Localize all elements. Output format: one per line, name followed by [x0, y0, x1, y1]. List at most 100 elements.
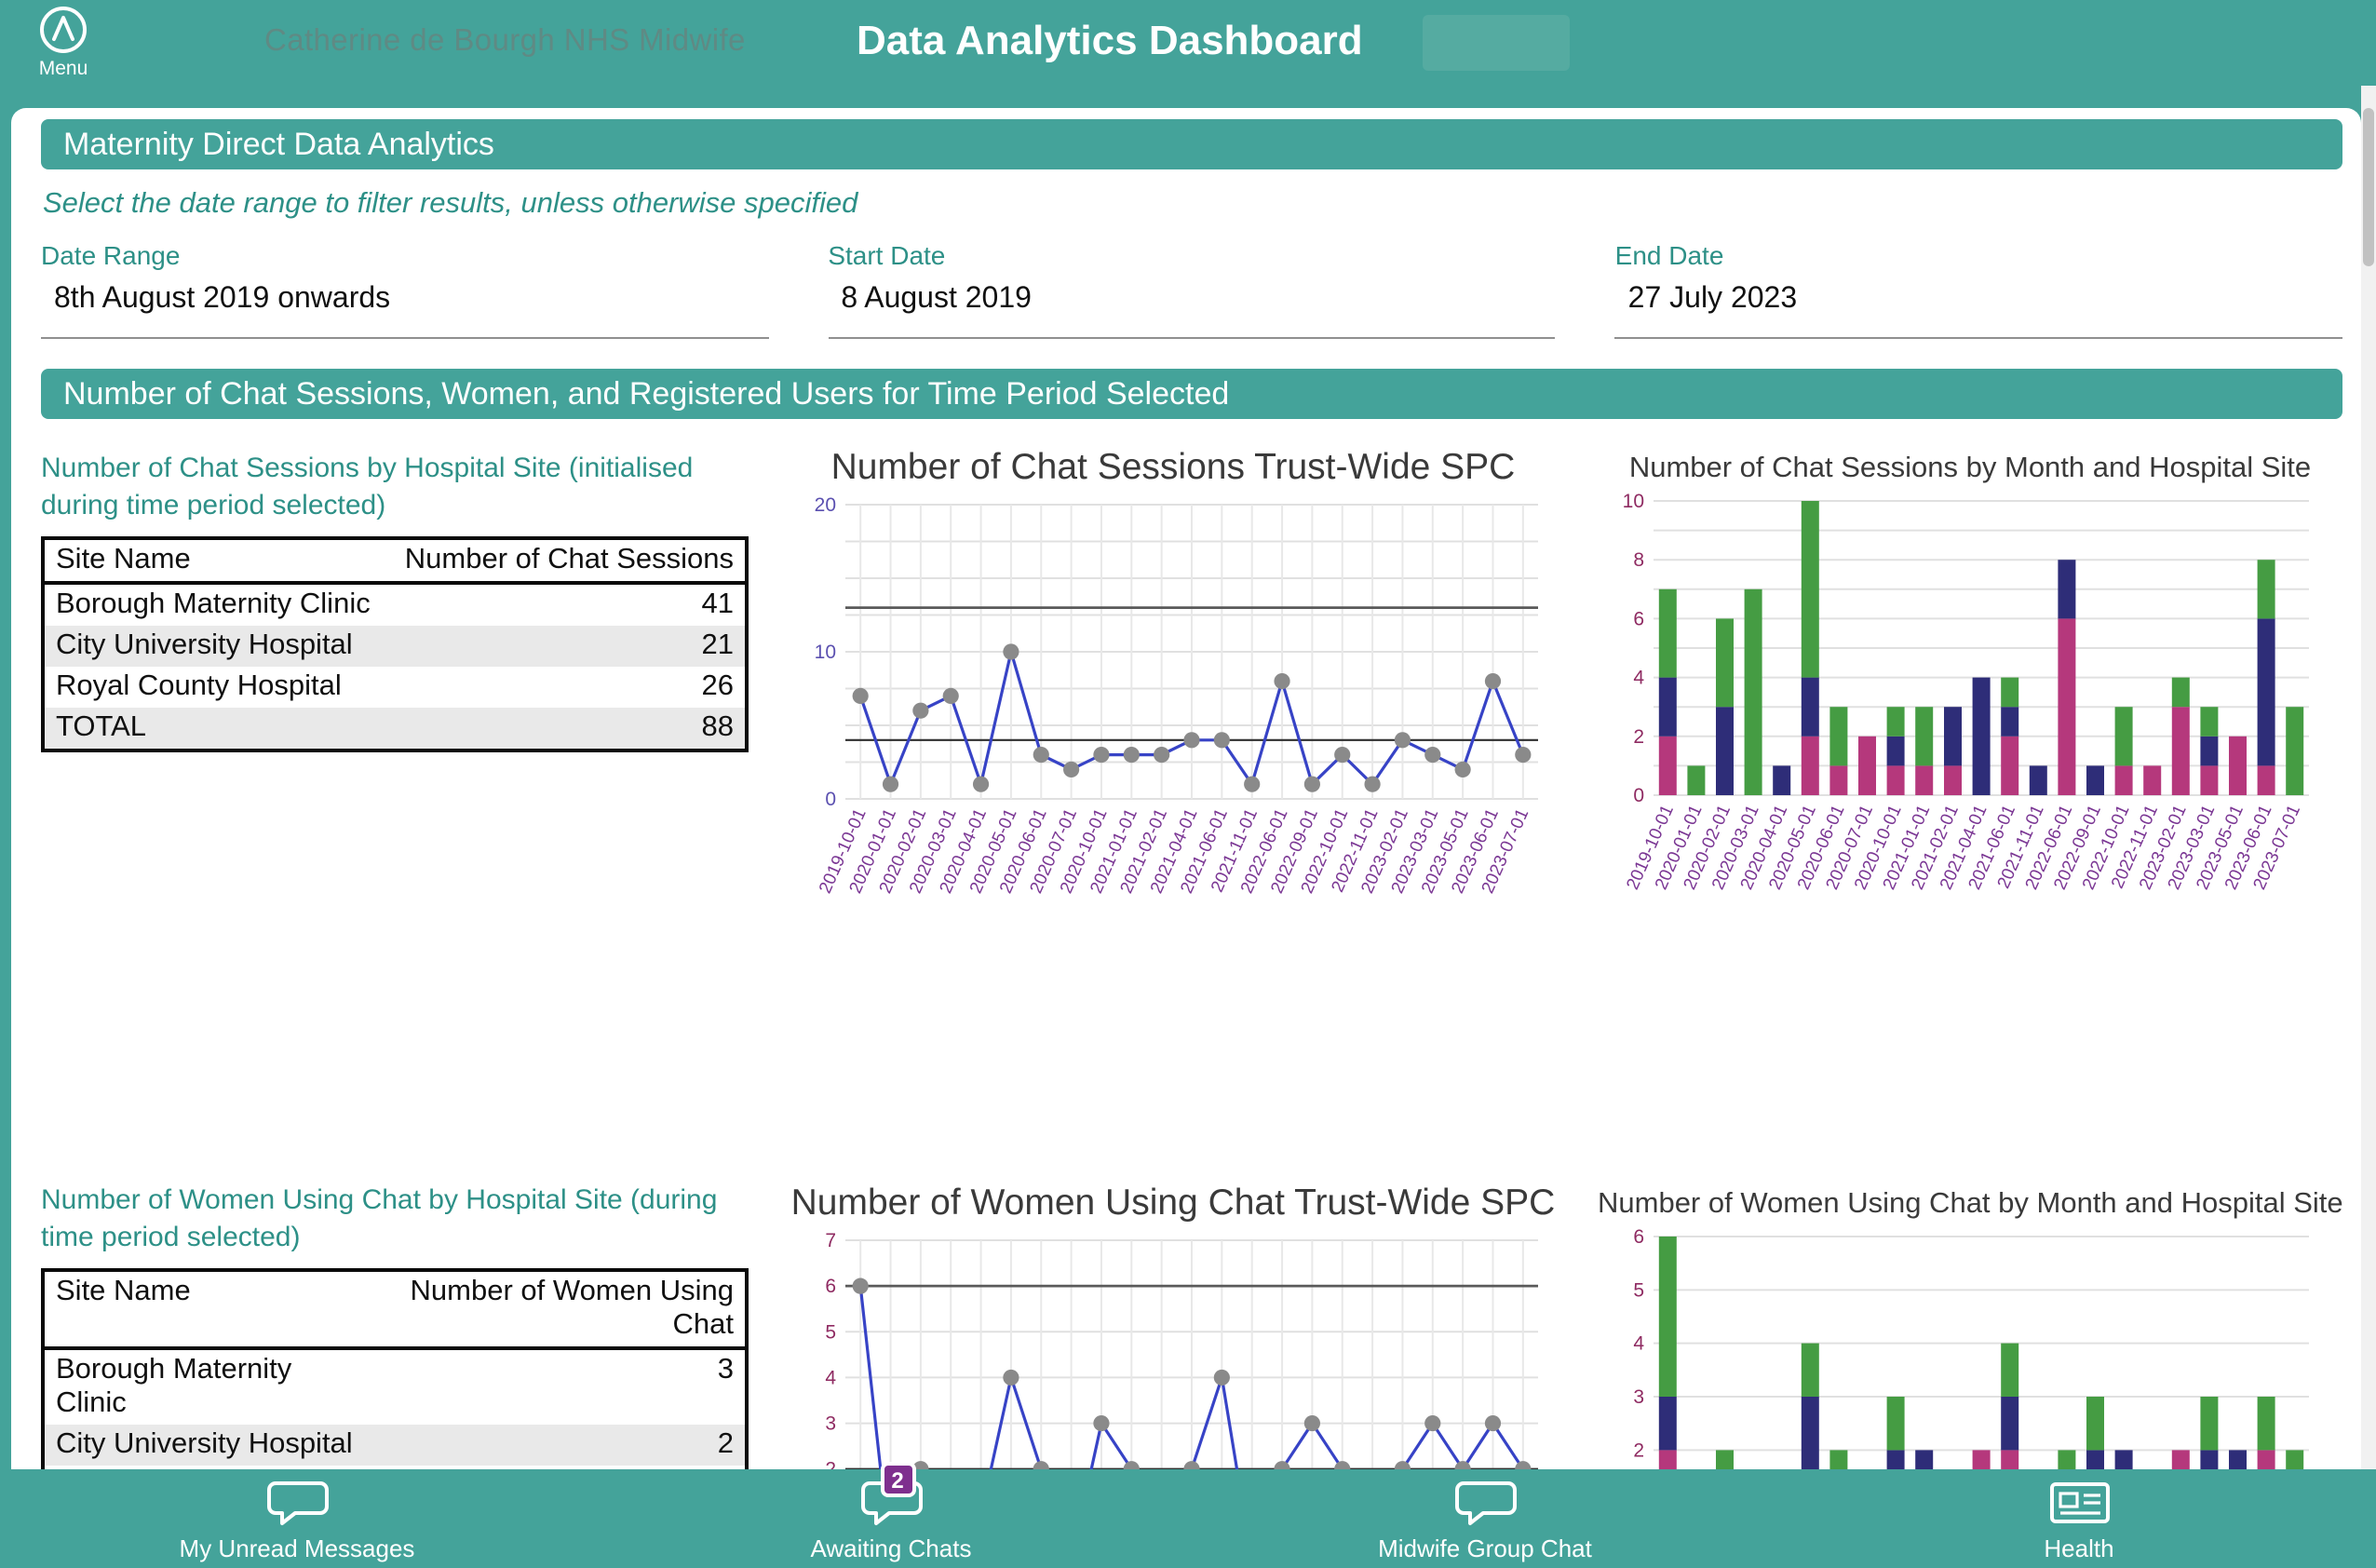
filter-instruction: Select the date range to filter results,… — [43, 188, 858, 220]
bar-segment — [2200, 707, 2219, 737]
spc-point — [1334, 747, 1351, 764]
spc-point — [852, 1277, 869, 1294]
organisation-name: Catherine de Bourgh NHS Midwife — [264, 24, 746, 58]
start-date-field[interactable]: Start Date 8 August 2019 — [828, 240, 1556, 339]
svg-text:6: 6 — [825, 1276, 836, 1297]
spc-point — [972, 776, 990, 792]
svg-text:7: 7 — [825, 1230, 836, 1251]
spc-point — [1454, 761, 1471, 777]
spc-point — [882, 776, 899, 792]
nav-item-awaiting-chats[interactable]: 2 Awaiting Chats — [594, 1462, 1188, 1568]
bar-segment — [1658, 677, 1677, 737]
nav-item-my-unread-messages[interactable]: My Unread Messages — [0, 1469, 594, 1568]
chat-sessions-spc-title: Number of Chat Sessions Trust-Wide SPC — [830, 447, 1516, 488]
menu-label: Menu — [38, 58, 88, 80]
nav-item-health[interactable]: Health — [1782, 1469, 2376, 1568]
bottom-nav: My Unread Messages 2 Awaiting Chats Midw… — [0, 1462, 2376, 1568]
svg-text:4: 4 — [1633, 1333, 1644, 1355]
chat-sessions-table-column: Number of Chat Sessions by Hospital Site… — [41, 447, 749, 752]
bar-segment — [2001, 677, 2019, 708]
bar-segment — [1886, 736, 1905, 766]
bar-segment — [1658, 1237, 1677, 1397]
svg-text:3: 3 — [825, 1413, 836, 1435]
chart-svg: 010202019-10-012020-01-012020-02-012020-… — [815, 494, 1538, 897]
end-date-value[interactable]: 27 July 2023 — [1628, 283, 2342, 317]
scrollbar[interactable] — [2361, 86, 2376, 1568]
svg-text:2: 2 — [1633, 1440, 1644, 1461]
table-cell: 88 — [701, 710, 735, 743]
chat-sessions-spc-chart: 0 10 20 2019-10-01 2020-01-01 2020-02-01 2020-… — [790, 493, 1557, 1028]
bar-segment — [2257, 618, 2275, 766]
svg-text:5: 5 — [1633, 1279, 1644, 1301]
bar-segment — [2001, 707, 2019, 737]
date-range-field[interactable]: Date Range 8th August 2019 onwards — [41, 240, 769, 339]
bar-segment — [2200, 1397, 2219, 1451]
top-header: Menu Catherine de Bourgh NHS Midwife Dat… — [0, 0, 2376, 86]
column-header: Site Name — [56, 1275, 191, 1307]
bar-segment — [2086, 765, 2104, 795]
table-cell: Borough Maternity Clinic — [56, 588, 371, 620]
spc-point — [1424, 747, 1441, 764]
nav-item-midwife-group-chat[interactable]: Midwife Group Chat — [1188, 1469, 1782, 1568]
end-date-field[interactable]: End Date 27 July 2023 — [1614, 240, 2342, 339]
bar-segment — [2286, 707, 2304, 795]
nav-label: Health — [2044, 1534, 2114, 1562]
spc-point — [852, 687, 869, 704]
table-cell: Borough Maternity Clinic — [56, 1353, 292, 1419]
svg-text:4: 4 — [1633, 668, 1644, 689]
table-cell: City University Hospital — [56, 1427, 353, 1460]
spc-point — [1213, 1369, 1230, 1386]
chat-sessions-spc-column: Number of Chat Sessions Trust-Wide SPC 0… — [790, 447, 1557, 1028]
table-cell: 26 — [701, 669, 735, 702]
menu-button[interactable]: Menu — [22, 4, 104, 80]
bar-segment — [1915, 707, 1934, 766]
svg-text:0: 0 — [825, 789, 836, 810]
spc-point — [1303, 1414, 1320, 1432]
chat-sessions-bar-chart: 0 2 4 6 8 10 2019-10-01 2020-01-01 2020-02-01 202… — [1598, 490, 2342, 1024]
bar-segment — [1658, 1397, 1677, 1451]
chat-sessions-table-caption: Number of Chat Sessions by Hospital Site… — [41, 453, 694, 521]
news-icon — [2047, 1479, 2111, 1529]
nav-label: Midwife Group Chat — [1378, 1534, 1592, 1562]
spc-point — [942, 687, 959, 704]
app: Menu Catherine de Bourgh NHS Midwife Dat… — [0, 0, 2376, 1568]
header-action-button[interactable] — [1423, 15, 1570, 71]
date-range-label: Date Range — [41, 240, 181, 270]
svg-text:4: 4 — [825, 1367, 836, 1388]
table-row: City University Hospital 2 — [43, 1424, 747, 1466]
page-title: Data Analytics Dashboard — [857, 17, 1363, 63]
spc-point — [1093, 1414, 1110, 1432]
section-header-analytics: Maternity Direct Data Analytics — [41, 119, 2342, 169]
column-header: Site Name — [56, 543, 191, 575]
start-date-value[interactable]: 8 August 2019 — [841, 283, 1555, 317]
women-spc-title: Number of Women Using Chat Trust-Wide SP… — [790, 1183, 1556, 1223]
table-header-row: Site Name Number of Women Using Chat — [43, 1270, 747, 1348]
bar-segment — [1773, 765, 1791, 795]
section-header-counts: Number of Chat Sessions, Women, and Regi… — [41, 369, 2342, 419]
table-cell: 2 — [717, 1427, 734, 1460]
chat-bubble-icon — [265, 1479, 329, 1529]
bar-segment — [2171, 677, 2190, 708]
table-row: Borough Maternity Clinic 3 — [43, 1348, 747, 1425]
spc-point — [1303, 776, 1320, 792]
bar-segment — [1687, 765, 1706, 795]
chat-sessions-bar-column: Number of Chat Sessions by Month and Hos… — [1598, 447, 2342, 1024]
awaiting-chats-badge: 2 — [880, 1462, 915, 1497]
scrollbar-thumb[interactable] — [2363, 108, 2374, 266]
date-range-value[interactable]: 8th August 2019 onwards — [54, 283, 768, 317]
bar-segment — [1829, 765, 1848, 795]
nav-label: My Unread Messages — [179, 1534, 415, 1562]
bar-segment — [1801, 736, 1819, 795]
date-filter-row: Date Range 8th August 2019 onwards Start… — [41, 240, 2342, 339]
content-panel: Maternity Direct Data Analytics Select t… — [11, 108, 2361, 1568]
bar-segment — [1716, 618, 1734, 708]
chat-bubble-icon: 2 — [859, 1462, 923, 1529]
table-cell: Royal County Hospital — [56, 669, 342, 702]
women-bar-title: Number of Women Using Chat by Month and … — [1598, 1188, 2343, 1220]
spc-point — [1274, 673, 1290, 690]
svg-text:20: 20 — [815, 494, 836, 516]
spc-point — [1515, 747, 1532, 764]
bar-segment — [2001, 1343, 2019, 1397]
bar-segment — [2257, 1397, 2275, 1451]
bar-segment — [2143, 765, 2162, 795]
